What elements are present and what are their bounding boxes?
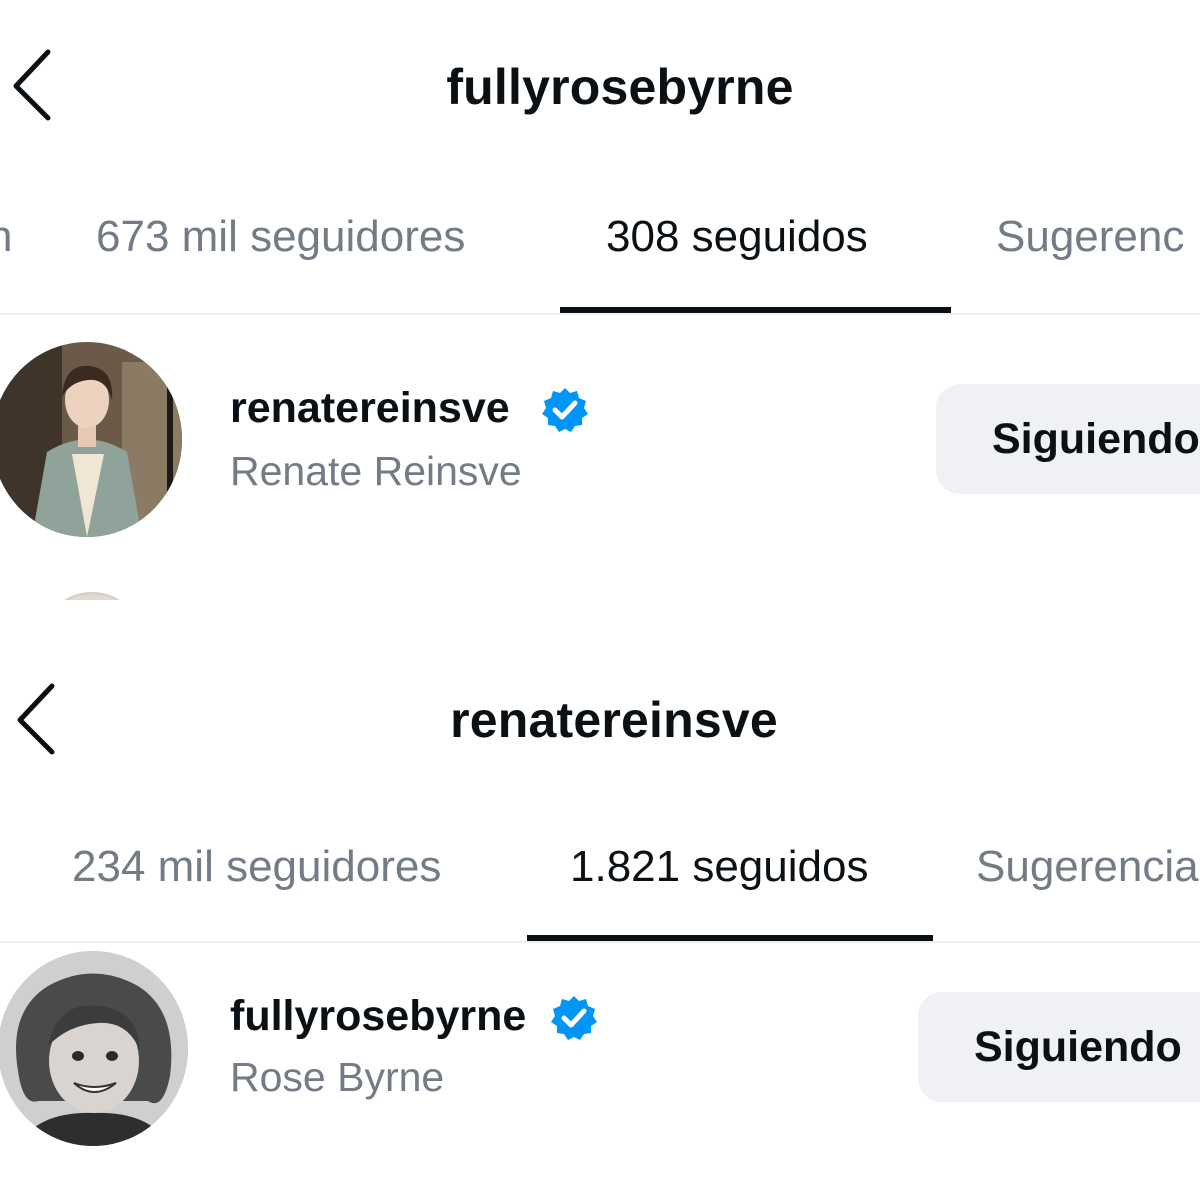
next-avatar-peek[interactable]	[40, 592, 144, 600]
following-button[interactable]: Siguiendo	[936, 384, 1200, 494]
tabs-divider	[0, 941, 1200, 943]
list-item-fullname: Rose Byrne	[230, 1054, 445, 1100]
avatar-photo-renatereinsve	[0, 342, 182, 537]
avatar[interactable]	[0, 951, 188, 1146]
following-screen-renatereinsve: renatereinsve 234 mil seguidores 1.821 s…	[0, 600, 1200, 1200]
avatar-photo-fullyrosebyrne	[0, 951, 188, 1146]
tab-following[interactable]: 308 seguidos	[606, 212, 868, 262]
verified-badge-icon	[551, 996, 597, 1040]
list-item-fullname: Renate Reinsve	[230, 448, 522, 494]
tab-followers[interactable]: 673 mil seguidores	[96, 212, 465, 262]
tab-suggestions[interactable]: Sugerencia	[976, 842, 1199, 892]
list-item-username[interactable]: renatereinsve	[230, 384, 510, 433]
page-title: renatereinsve	[450, 692, 778, 748]
avatar[interactable]	[0, 342, 182, 537]
tab-following[interactable]: 1.821 seguidos	[570, 842, 868, 892]
tabs-divider	[0, 313, 1200, 315]
tab-mutual[interactable]: n	[0, 212, 12, 262]
following-button[interactable]: Siguiendo	[918, 992, 1200, 1102]
page-title: fullyrosebyrne	[446, 59, 794, 115]
following-screen-fullyrosebyrne: fullyrosebyrne n 673 mil seguidores 308 …	[0, 0, 1200, 600]
tab-suggestions[interactable]: Sugerenc	[996, 212, 1184, 262]
verified-badge-icon	[542, 388, 588, 432]
tab-followers[interactable]: 234 mil seguidores	[72, 842, 441, 892]
list-item-username[interactable]: fullyrosebyrne	[230, 992, 526, 1041]
